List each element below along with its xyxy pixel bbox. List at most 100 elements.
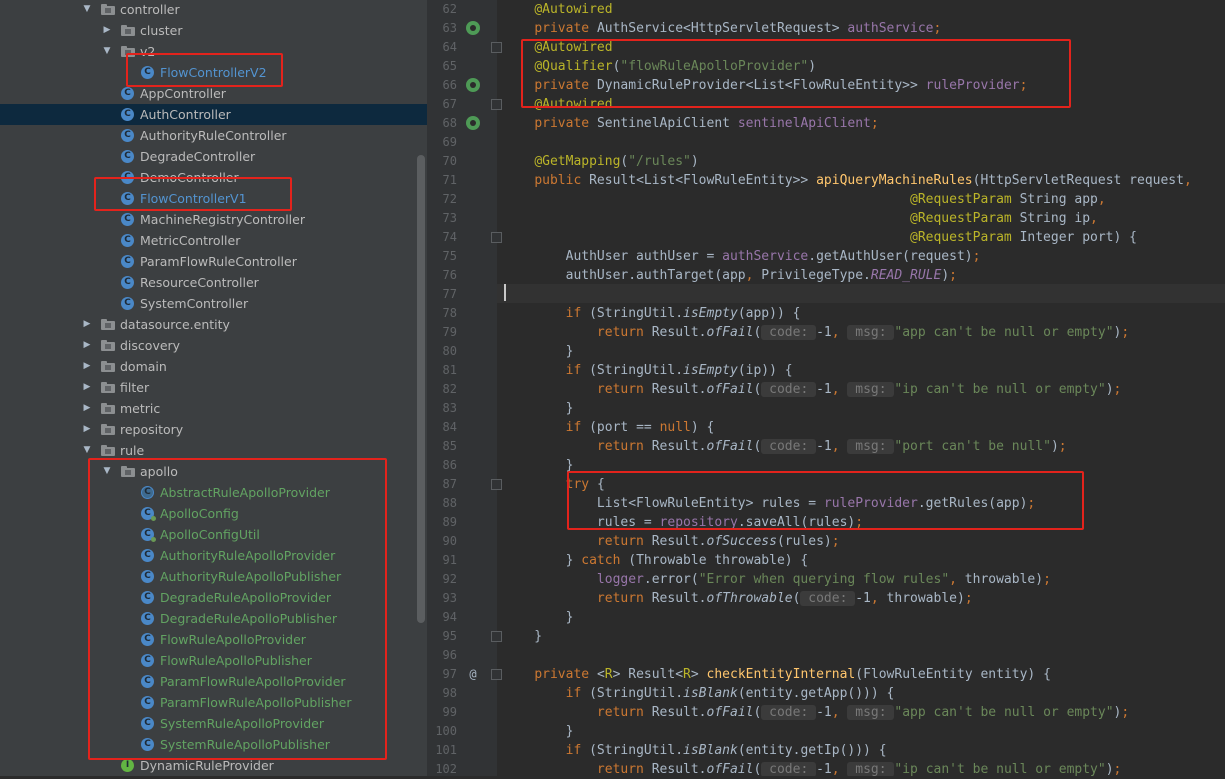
- code-token: "/rules": [628, 154, 691, 169]
- code-token: (FlowRuleEntity entity) {: [855, 667, 1051, 682]
- code-token: ) {: [690, 420, 715, 435]
- override-at-icon[interactable]: @: [466, 667, 480, 681]
- collapse-arrow-icon[interactable]: ▶: [82, 356, 92, 377]
- tree-item-label: filter: [120, 380, 150, 395]
- code-token: String app: [1019, 192, 1098, 207]
- tree-item-paramflowrulecontroller[interactable]: C ParamFlowRuleController: [0, 251, 427, 272]
- spring-bean-icon[interactable]: [466, 21, 480, 35]
- line-number: 90: [442, 534, 457, 548]
- code-line: if (StringUtil.isBlank(entity.getApp()))…: [503, 684, 895, 703]
- fold-marker-icon[interactable]: [491, 479, 502, 490]
- code-line: private <R> Result<R> checkEntityInterna…: [503, 665, 1051, 684]
- tree-item-degradecontroller[interactable]: C DegradeController: [0, 146, 427, 167]
- code-line: } catch (Throwable throwable) {: [503, 551, 809, 570]
- code-token: ): [1050, 439, 1059, 454]
- parameter-hint: code:: [761, 762, 817, 776]
- tree-item-label: ParamFlowRuleController: [140, 254, 297, 269]
- line-number: 81: [442, 363, 457, 377]
- tree-item-label: domain: [120, 359, 167, 374]
- tree-item-systemcontroller[interactable]: C SystemController: [0, 293, 427, 314]
- tree-item-label: MetricController: [140, 233, 241, 248]
- code-token: ;: [1121, 705, 1130, 720]
- tree-item-authcontroller[interactable]: C AuthController: [0, 104, 427, 125]
- tree-item-repository[interactable]: ▶ repository: [0, 419, 427, 440]
- parameter-hint: msg:: [847, 382, 895, 397]
- code-token: ,: [949, 572, 965, 587]
- tree-item-metric[interactable]: ▶ metric: [0, 398, 427, 419]
- code-token: Result<List<FlowRuleEntity>>: [589, 173, 817, 188]
- class-icon: C: [121, 129, 134, 142]
- tree-item-cluster[interactable]: ▶ cluster: [0, 20, 427, 41]
- class-icon: C: [121, 150, 134, 163]
- tree-item-resourcecontroller[interactable]: C ResourceController: [0, 272, 427, 293]
- code-token: (Throwable throwable) {: [628, 553, 809, 568]
- tree-item-discovery[interactable]: ▶ discovery: [0, 335, 427, 356]
- spring-bean-icon[interactable]: [466, 78, 480, 92]
- code-editor[interactable]: @Autowired private AuthService<HttpServl…: [497, 0, 1225, 776]
- parameter-hint: msg:: [847, 705, 895, 720]
- line-number: 102: [435, 762, 457, 776]
- red-annotation-box: [126, 53, 283, 87]
- collapse-arrow-icon[interactable]: ▶: [102, 20, 112, 41]
- tree-item-metriccontroller[interactable]: C MetricController: [0, 230, 427, 251]
- collapse-arrow-icon[interactable]: ▶: [82, 314, 92, 335]
- code-token: (StringUtil.: [589, 743, 684, 758]
- code-token: "app can't be null or empty": [894, 705, 1114, 720]
- package-folder-icon: [101, 403, 115, 414]
- tree-item-authorityrulecontroller[interactable]: C AuthorityRuleController: [0, 125, 427, 146]
- code-line: return Result.ofFail( code: -1, msg: "ip…: [503, 380, 1121, 399]
- spring-bean-icon[interactable]: [466, 116, 480, 130]
- code-token: ): [690, 154, 699, 169]
- code-token: ,: [1090, 211, 1098, 226]
- parameter-hint: msg:: [847, 762, 895, 776]
- project-tree-scrollbar[interactable]: [417, 155, 425, 623]
- line-number: 84: [442, 420, 457, 434]
- code-token: -1: [816, 382, 832, 397]
- fold-marker-icon[interactable]: [491, 99, 502, 110]
- code-line: if (StringUtil.isEmpty(ip)) {: [503, 361, 793, 380]
- line-number: 96: [442, 648, 457, 662]
- code-token: ,: [870, 591, 887, 606]
- tree-item-controller[interactable]: ▼ controller: [0, 0, 427, 20]
- code-token: @RequestParam: [910, 192, 1020, 207]
- code-token: isBlank: [683, 743, 738, 758]
- line-number: 99: [442, 705, 457, 719]
- tree-item-datasource-entity[interactable]: ▶ datasource.entity: [0, 314, 427, 335]
- line-number: 73: [442, 211, 457, 225]
- collapse-arrow-icon[interactable]: ▶: [82, 335, 92, 356]
- tree-item-machineregistrycontroller[interactable]: C MachineRegistryController: [0, 209, 427, 230]
- fold-marker-icon[interactable]: [491, 631, 502, 642]
- code-token: ,: [1183, 173, 1192, 188]
- tree-item-label: controller: [120, 2, 180, 17]
- code-token: Result.: [651, 439, 707, 454]
- code-token: R: [683, 667, 691, 682]
- fold-marker-icon[interactable]: [491, 232, 502, 243]
- collapse-arrow-icon[interactable]: ▶: [82, 419, 92, 440]
- fold-marker-icon[interactable]: [491, 669, 502, 680]
- tree-item-domain[interactable]: ▶ domain: [0, 356, 427, 377]
- line-number: 66: [442, 78, 457, 92]
- line-number: 74: [442, 230, 457, 244]
- code-token: ;: [1043, 572, 1051, 587]
- collapse-arrow-icon[interactable]: ▶: [82, 398, 92, 419]
- code-token: ofFail: [706, 762, 754, 776]
- code-token: null: [659, 420, 691, 435]
- code-line: @RequestParam String app,: [503, 190, 1106, 209]
- collapse-arrow-icon[interactable]: ▶: [82, 377, 92, 398]
- line-number: 85: [442, 439, 457, 453]
- line-number: 67: [442, 97, 457, 111]
- code-line: }: [503, 722, 574, 741]
- code-token: authService: [722, 249, 809, 264]
- code-token: isEmpty: [683, 363, 738, 378]
- expand-arrow-icon[interactable]: ▼: [102, 41, 112, 62]
- fold-marker-icon[interactable]: [491, 42, 502, 53]
- tree-item-filter[interactable]: ▶ filter: [0, 377, 427, 398]
- expand-arrow-icon[interactable]: ▼: [82, 0, 92, 20]
- code-line: }: [503, 608, 574, 627]
- code-token: private: [534, 21, 597, 36]
- parameter-hint: msg:: [847, 325, 895, 340]
